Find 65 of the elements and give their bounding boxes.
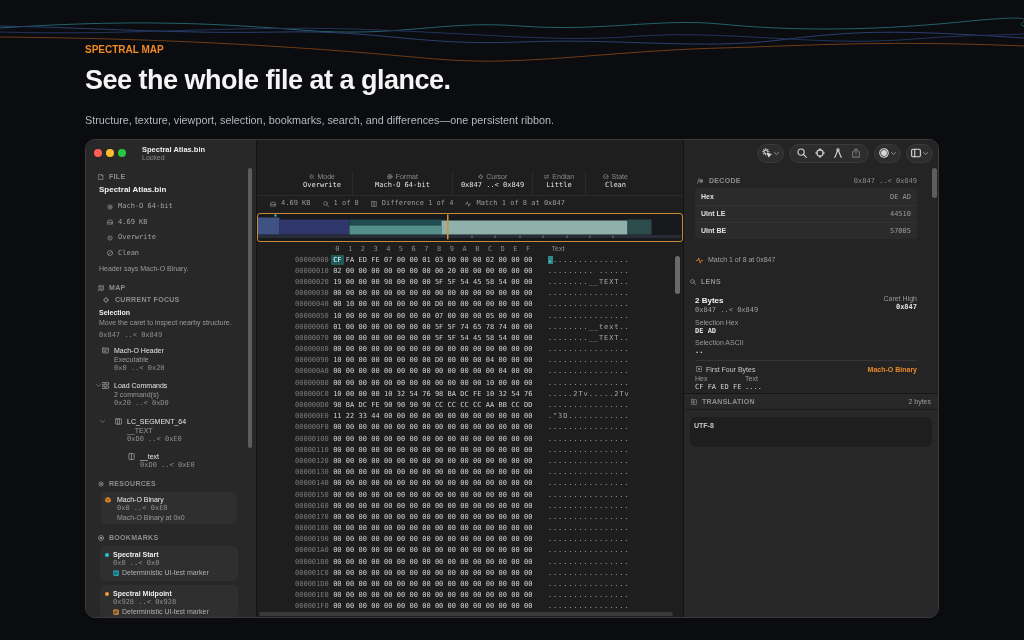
- card-icon: [102, 346, 109, 354]
- map-icon: [98, 285, 104, 291]
- square-dot-icon: [696, 366, 702, 372]
- caret-marker: [447, 214, 449, 240]
- tick-mark: [519, 235, 521, 238]
- close-button[interactable]: [94, 149, 102, 157]
- scrollbar-thumb[interactable]: [675, 256, 680, 294]
- minimize-button[interactable]: [106, 149, 114, 157]
- pulse-icon: [465, 200, 472, 207]
- zoom-button[interactable]: [118, 149, 126, 157]
- note-icon: [113, 570, 119, 576]
- globe-icon: [387, 173, 393, 180]
- chevron-down-icon: [774, 151, 779, 155]
- slash-circle-icon: [107, 250, 113, 257]
- page-subtitle: Structure, texture, viewport, selection, bookmarks, search, and differences—one persistent ribbon.: [85, 113, 555, 127]
- document-icon: [98, 174, 104, 180]
- gear-icon: [98, 481, 104, 487]
- check-circle-icon: [603, 173, 609, 180]
- sparkle-menu-button[interactable]: [757, 143, 784, 163]
- file-name: Spectral Atlas.bin: [99, 185, 167, 195]
- crosshair-icon: [815, 148, 825, 158]
- share-icon: [851, 148, 861, 158]
- chevron-down-icon[interactable]: [95, 384, 101, 387]
- crosshair-icon: [103, 297, 109, 303]
- compass-icon: [833, 148, 843, 158]
- scrollbar-thumb[interactable]: [932, 168, 937, 198]
- tick-mark: [471, 235, 473, 238]
- display-icon: [691, 398, 697, 405]
- diff-icon: [370, 200, 377, 207]
- sparkle-cursor-icon: [762, 148, 772, 158]
- ring-dot-icon: [98, 535, 104, 541]
- drive-icon: [107, 219, 113, 226]
- crosshair-icon: [477, 173, 484, 180]
- sparkle-icon: [107, 234, 113, 241]
- record-menu-button[interactable]: [874, 143, 901, 163]
- sidebar-icon: [911, 148, 921, 158]
- search-icon: [322, 200, 329, 207]
- scrollbar-thumb[interactable]: [248, 168, 252, 448]
- cube-icon: [105, 496, 111, 503]
- panel-icon: [128, 453, 135, 460]
- page-title: See the whole file at a glance.: [85, 64, 451, 96]
- columns-icon: [115, 417, 122, 425]
- grid-icon: [102, 382, 109, 389]
- record-icon: [879, 148, 889, 158]
- tick-mark: [566, 235, 568, 238]
- minimap-ribbon[interactable]: [257, 213, 683, 242]
- note-icon: [113, 609, 119, 615]
- tick-mark: [542, 235, 544, 238]
- tick-mark: [589, 235, 591, 238]
- sidebar-menu-button[interactable]: [906, 143, 933, 163]
- tick-mark: [612, 235, 614, 238]
- pulse-icon: [696, 256, 703, 264]
- drive-icon: [270, 200, 276, 207]
- gear-icon: [107, 203, 113, 210]
- tick-mark: [494, 235, 496, 238]
- chevron-down-icon: [891, 151, 896, 155]
- arrows-icon: [543, 173, 550, 180]
- chevron-down-icon[interactable]: [99, 419, 105, 423]
- chevron-down-icon: [923, 151, 928, 155]
- search-icon: [690, 279, 696, 285]
- lens-title: 2 Bytes: [695, 294, 724, 306]
- hex-code-icon: [697, 178, 703, 184]
- sparkle-icon: [309, 173, 315, 180]
- eyebrow-label: SPECTRAL MAP: [85, 44, 164, 56]
- search-icon: [797, 148, 807, 158]
